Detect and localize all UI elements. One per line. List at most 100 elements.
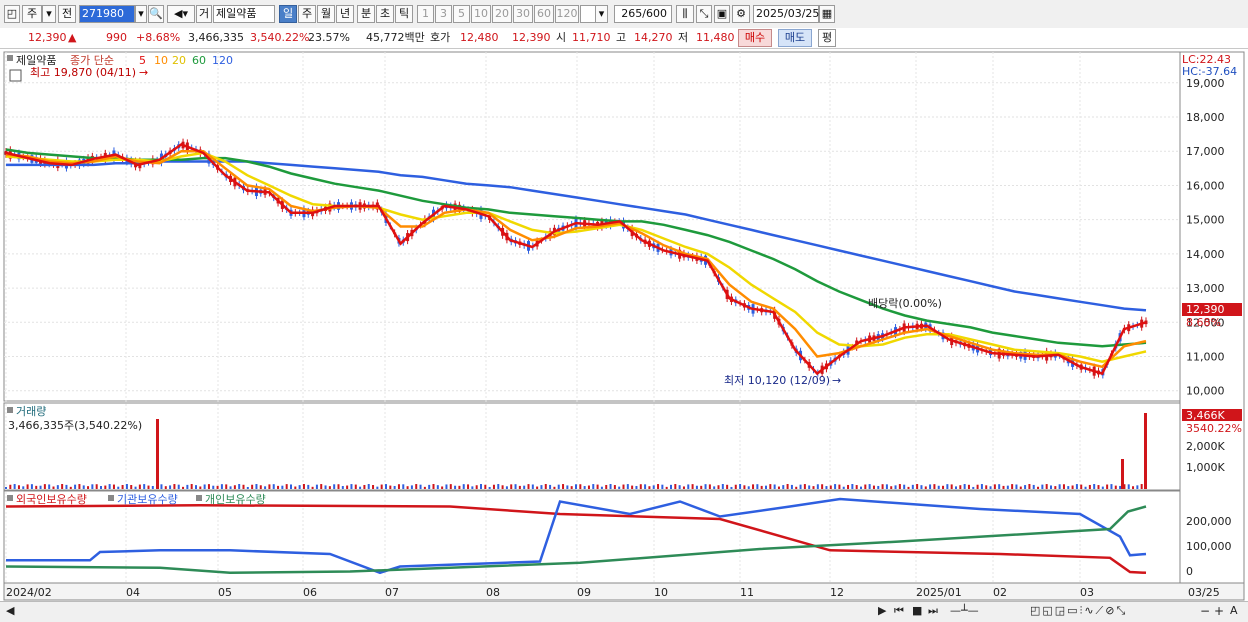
volume-bar	[138, 484, 141, 489]
search-icon[interactable]: 🔍	[148, 5, 164, 23]
ma-period-10: 10	[154, 54, 168, 67]
volume-bar	[980, 484, 983, 489]
volume-bar	[87, 486, 90, 489]
window-icon[interactable]: ◰	[4, 5, 20, 23]
volume-bar	[272, 484, 275, 489]
ma-period-60: 60	[192, 54, 206, 67]
calendar-icon[interactable]: ▦	[819, 5, 835, 23]
volume-bar	[376, 486, 379, 489]
interval-5[interactable]: 5	[453, 5, 470, 23]
date-field[interactable]: 2025/03/25	[753, 5, 819, 23]
buy-button[interactable]: 매수	[738, 29, 772, 47]
volume-bar	[255, 484, 258, 489]
low-label: 저	[678, 31, 689, 44]
price-tick-label: 16,000	[1186, 179, 1225, 192]
stock-code-input[interactable]: 271980	[79, 5, 135, 23]
volume-bar	[264, 486, 267, 489]
evaluate-button[interactable]: 평	[818, 29, 836, 47]
period-tab-minute[interactable]: 분	[357, 5, 375, 23]
chevron-down-icon[interactable]: ▾	[42, 5, 56, 23]
volume-bar	[169, 485, 172, 489]
period-tab-month[interactable]: 월	[317, 5, 335, 23]
volume-bar	[294, 486, 297, 489]
scroll-left-icon[interactable]: ◀	[6, 604, 14, 617]
period-tab-year[interactable]: 년	[336, 5, 354, 23]
save-icon[interactable]: ▣	[714, 5, 730, 23]
volume-bar	[631, 485, 634, 489]
volume-bar	[480, 484, 482, 489]
interval-30[interactable]: 30	[513, 5, 533, 23]
volume-bar	[674, 484, 677, 489]
volume-bar	[708, 484, 711, 489]
volume-bar	[1097, 485, 1100, 489]
volume-bar	[786, 484, 789, 489]
volume-panel-title: 거래량	[16, 405, 46, 418]
volume-bar	[432, 484, 435, 489]
volume-bar	[484, 484, 487, 489]
quote-bar: 12,390 ▲ 990 +8.68% 3,466,335 3,540.22% …	[0, 28, 1248, 49]
zoom-out-icon[interactable]: −	[1200, 604, 1210, 618]
stock-name-field[interactable]: 제일약품	[213, 5, 275, 23]
volume-bar	[315, 484, 318, 489]
zoom-slider[interactable]: —┴—	[950, 604, 979, 617]
zoom-in-icon[interactable]: +	[1214, 604, 1224, 618]
volume-spike	[1144, 413, 1147, 489]
sell-button[interactable]: 매도	[778, 29, 812, 47]
volume-bar	[298, 485, 301, 489]
prev-button[interactable]: 전	[58, 5, 76, 23]
volume-bar	[864, 484, 867, 489]
stop-icon[interactable]: ■	[912, 604, 922, 617]
scroll-right-icon[interactable]: ▶	[878, 604, 886, 617]
volume-bar	[661, 484, 664, 489]
bottom-scrollbar[interactable]: ◀ ▶ ⏮ ■ ⏭ —┴— ◰◱◲▭⫶∿⟋⊘⤡ − + A	[0, 601, 1248, 622]
volume-bar	[389, 485, 392, 489]
interval-1[interactable]: 1	[417, 5, 434, 23]
interval-3[interactable]: 3	[435, 5, 452, 23]
period-tab-tick[interactable]: 틱	[395, 5, 413, 23]
volume-bar	[575, 484, 577, 489]
code-type-select[interactable]: 주	[22, 5, 42, 23]
speaker-icon[interactable]: ◀▾	[167, 5, 195, 23]
interval-10[interactable]: 10	[471, 5, 491, 23]
interval-60[interactable]: 60	[534, 5, 554, 23]
period-tab-week[interactable]: 주	[298, 5, 316, 23]
volume-bar	[1032, 484, 1035, 489]
auto-scale-icon[interactable]: A	[1230, 604, 1238, 617]
resize-icon[interactable]: ⤡	[696, 5, 712, 23]
gear-icon[interactable]: ⚙	[732, 5, 750, 23]
volume-bar	[467, 484, 470, 489]
toolbar: ◰ 주 ▾ 전 271980 ▾ 🔍 ◀▾ 거 제일약품 일 주 월 년 분 초…	[0, 0, 1248, 29]
chart-area[interactable]: 19,000 18,000 17,000 16,000 15,000 14,000 13,0…	[0, 49, 1248, 601]
interval-dropdown-icon[interactable]: ▾	[595, 5, 608, 23]
volume-bar	[829, 485, 832, 489]
volume-bar	[207, 484, 210, 489]
volume-bar	[743, 485, 746, 489]
volume-bar	[937, 485, 940, 489]
volume-bar	[648, 486, 651, 489]
volume-bar	[246, 486, 249, 489]
volume-bar	[1050, 485, 1052, 489]
volume-bar	[428, 484, 431, 489]
volume-bar	[816, 484, 819, 489]
drawing-tools-icon[interactable]: ◰◱◲▭⫶∿⟋⊘⤡	[1030, 604, 1127, 618]
interval-20[interactable]: 20	[492, 5, 512, 23]
volume-bar	[242, 484, 245, 489]
period-tab-day[interactable]: 일	[279, 5, 297, 23]
volume-bar	[121, 484, 124, 489]
volume-bar	[885, 484, 888, 489]
volume-bar	[501, 485, 504, 489]
volume-bar	[419, 484, 422, 489]
last-icon[interactable]: ⏭	[928, 604, 938, 618]
first-icon[interactable]: ⏮	[894, 604, 904, 618]
code-dropdown-icon[interactable]: ▾	[135, 5, 147, 23]
count-field[interactable]: 265/600	[614, 5, 672, 23]
table-icon[interactable]	[9, 69, 22, 82]
period-tab-second[interactable]: 초	[376, 5, 394, 23]
interval-120[interactable]: 120	[555, 5, 579, 23]
volume-bar	[652, 485, 655, 489]
volume-bar	[678, 485, 681, 489]
low-arrow-icon: →	[832, 374, 841, 387]
volume-value: 3,466,335	[188, 31, 244, 44]
candle-icon[interactable]: ⫼	[676, 5, 694, 23]
volume-bar	[65, 484, 68, 489]
